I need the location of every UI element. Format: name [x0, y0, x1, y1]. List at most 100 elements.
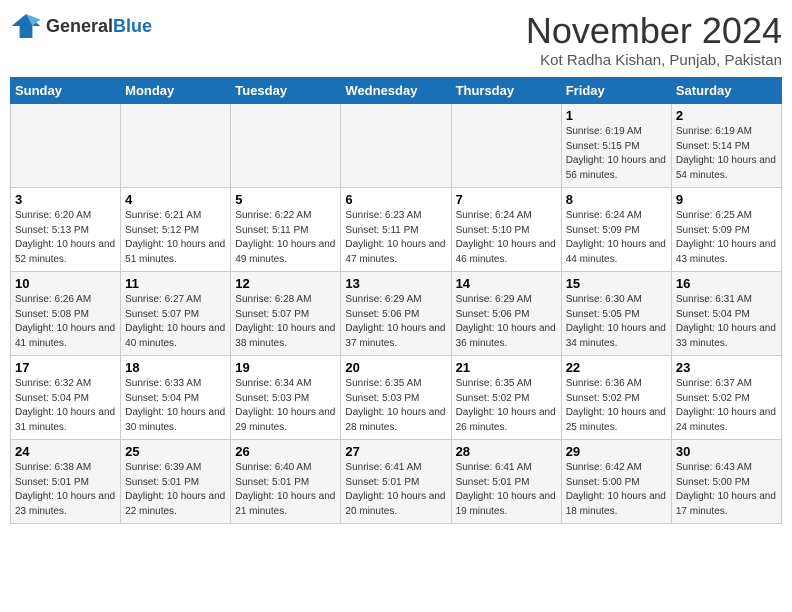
- day-cell: 1 Sunrise: 6:19 AM Sunset: 5:15 PM Daylig…: [561, 104, 671, 188]
- day-cell: 17 Sunrise: 6:32 AM Sunset: 5:04 PM Dayli…: [11, 356, 121, 440]
- day-info: Sunrise: 6:25 AM Sunset: 5:09 PM Dayligh…: [676, 209, 777, 267]
- day-number: 12: [235, 276, 336, 291]
- day-cell: 2 Sunrise: 6:19 AM Sunset: 5:14 PM Daylig…: [671, 104, 781, 188]
- day-cell: 4 Sunrise: 6:21 AM Sunset: 5:12 PM Daylig…: [121, 188, 231, 272]
- day-number: 11: [125, 276, 226, 291]
- logo-text: GeneralBlue: [46, 16, 152, 37]
- day-info: Sunrise: 6:42 AM Sunset: 5:00 PM Dayligh…: [566, 461, 667, 519]
- day-info: Sunrise: 6:28 AM Sunset: 5:07 PM Dayligh…: [235, 293, 336, 351]
- day-number: 30: [676, 444, 777, 459]
- week-row-4: 17 Sunrise: 6:32 AM Sunset: 5:04 PM Dayli…: [11, 356, 782, 440]
- day-cell: 21Sunrise: 6:35 AM Sunset: 5:02 PM Dayli…: [451, 356, 561, 440]
- day-info: Sunrise: 6:41 AM Sunset: 5:01 PM Dayligh…: [345, 461, 446, 519]
- calendar-body: 1 Sunrise: 6:19 AM Sunset: 5:15 PM Daylig…: [11, 104, 782, 524]
- day-cell: 18 Sunrise: 6:33 AM Sunset: 5:04 PM Dayli…: [121, 356, 231, 440]
- day-info: Sunrise: 6:43 AM Sunset: 5:00 PM Dayligh…: [676, 461, 777, 519]
- day-number: 4: [125, 192, 226, 207]
- day-number: 10: [15, 276, 116, 291]
- day-cell: [341, 104, 451, 188]
- day-number: 16: [676, 276, 777, 291]
- day-number: 27: [345, 444, 446, 459]
- day-number: 25: [125, 444, 226, 459]
- day-cell: 29 Sunrise: 6:42 AM Sunset: 5:00 PM Dayli…: [561, 440, 671, 524]
- day-number: 14: [456, 276, 557, 291]
- day-cell: 27 Sunrise: 6:41 AM Sunset: 5:01 PM Dayli…: [341, 440, 451, 524]
- day-info: Sunrise: 6:33 AM Sunset: 5:04 PM Dayligh…: [125, 377, 226, 435]
- day-info: Sunrise: 6:26 AM Sunset: 5:08 PM Dayligh…: [15, 293, 116, 351]
- day-number: 23: [676, 360, 777, 375]
- weekday-row: SundayMondayTuesdayWednesdayThursdayFrid…: [11, 78, 782, 104]
- day-cell: 7 Sunrise: 6:24 AM Sunset: 5:10 PM Daylig…: [451, 188, 561, 272]
- day-number: 9: [676, 192, 777, 207]
- day-number: 19: [235, 360, 336, 375]
- day-cell: 3 Sunrise: 6:20 AM Sunset: 5:13 PM Daylig…: [11, 188, 121, 272]
- day-info: Sunrise: 6:21 AM Sunset: 5:12 PM Dayligh…: [125, 209, 226, 267]
- day-cell: 10 Sunrise: 6:26 AM Sunset: 5:08 PM Dayli…: [11, 272, 121, 356]
- day-info: Sunrise: 6:20 AM Sunset: 5:13 PM Dayligh…: [15, 209, 116, 267]
- calendar-subtitle: Kot Radha Kishan, Punjab, Pakistan: [526, 52, 782, 69]
- day-info: Sunrise: 6:24 AM Sunset: 5:10 PM Dayligh…: [456, 209, 557, 267]
- day-number: 5: [235, 192, 336, 207]
- day-info: Sunrise: 6:37 AM Sunset: 5:02 PM Dayligh…: [676, 377, 777, 435]
- day-info: Sunrise: 6:35 AM Sunset: 5:03 PM Dayligh…: [345, 377, 446, 435]
- weekday-header-saturday: Saturday: [671, 78, 781, 104]
- day-info: Sunrise: 6:29 AM Sunset: 5:06 PM Dayligh…: [345, 293, 446, 351]
- day-number: 7: [456, 192, 557, 207]
- day-number: 1: [566, 108, 667, 123]
- day-info: Sunrise: 6:27 AM Sunset: 5:07 PM Dayligh…: [125, 293, 226, 351]
- calendar-header: SundayMondayTuesdayWednesdayThursdayFrid…: [11, 78, 782, 104]
- day-cell: 22Sunrise: 6:36 AM Sunset: 5:02 PM Dayli…: [561, 356, 671, 440]
- day-number: 17: [15, 360, 116, 375]
- page-header: GeneralBlue November 2024 Kot Radha Kish…: [10, 10, 782, 69]
- day-info: Sunrise: 6:32 AM Sunset: 5:04 PM Dayligh…: [15, 377, 116, 435]
- day-number: 20: [345, 360, 446, 375]
- logo-general: General: [46, 16, 113, 36]
- day-cell: 28 Sunrise: 6:41 AM Sunset: 5:01 PM Dayli…: [451, 440, 561, 524]
- day-cell: 24 Sunrise: 6:38 AM Sunset: 5:01 PM Dayli…: [11, 440, 121, 524]
- day-number: 29: [566, 444, 667, 459]
- day-number: 3: [15, 192, 116, 207]
- day-cell: 19 Sunrise: 6:34 AM Sunset: 5:03 PM Dayli…: [231, 356, 341, 440]
- logo-icon: [10, 10, 42, 42]
- day-number: 28: [456, 444, 557, 459]
- logo-blue: Blue: [113, 16, 152, 36]
- day-cell: [451, 104, 561, 188]
- day-number: 24: [15, 444, 116, 459]
- calendar-table: SundayMondayTuesdayWednesdayThursdayFrid…: [10, 77, 782, 524]
- day-info: Sunrise: 6:22 AM Sunset: 5:11 PM Dayligh…: [235, 209, 336, 267]
- day-info: Sunrise: 6:19 AM Sunset: 5:15 PM Dayligh…: [566, 125, 667, 183]
- day-cell: 16 Sunrise: 6:31 AM Sunset: 5:04 PM Dayli…: [671, 272, 781, 356]
- day-cell: 8Sunrise: 6:24 AM Sunset: 5:09 PM Daylig…: [561, 188, 671, 272]
- day-number: 2: [676, 108, 777, 123]
- calendar-title: November 2024: [526, 10, 782, 52]
- day-info: Sunrise: 6:38 AM Sunset: 5:01 PM Dayligh…: [15, 461, 116, 519]
- day-cell: [231, 104, 341, 188]
- weekday-header-friday: Friday: [561, 78, 671, 104]
- day-cell: 5 Sunrise: 6:22 AM Sunset: 5:11 PM Daylig…: [231, 188, 341, 272]
- weekday-header-sunday: Sunday: [11, 78, 121, 104]
- day-cell: 15Sunrise: 6:30 AM Sunset: 5:05 PM Dayli…: [561, 272, 671, 356]
- day-cell: 13Sunrise: 6:29 AM Sunset: 5:06 PM Dayli…: [341, 272, 451, 356]
- day-cell: 23 Sunrise: 6:37 AM Sunset: 5:02 PM Dayli…: [671, 356, 781, 440]
- calendar-title-area: November 2024 Kot Radha Kishan, Punjab, …: [526, 10, 782, 69]
- day-info: Sunrise: 6:19 AM Sunset: 5:14 PM Dayligh…: [676, 125, 777, 183]
- day-cell: 9 Sunrise: 6:25 AM Sunset: 5:09 PM Daylig…: [671, 188, 781, 272]
- week-row-2: 3 Sunrise: 6:20 AM Sunset: 5:13 PM Daylig…: [11, 188, 782, 272]
- day-cell: [121, 104, 231, 188]
- day-info: Sunrise: 6:23 AM Sunset: 5:11 PM Dayligh…: [345, 209, 446, 267]
- day-cell: 30 Sunrise: 6:43 AM Sunset: 5:00 PM Dayli…: [671, 440, 781, 524]
- day-info: Sunrise: 6:31 AM Sunset: 5:04 PM Dayligh…: [676, 293, 777, 351]
- day-info: Sunrise: 6:29 AM Sunset: 5:06 PM Dayligh…: [456, 293, 557, 351]
- day-info: Sunrise: 6:41 AM Sunset: 5:01 PM Dayligh…: [456, 461, 557, 519]
- day-info: Sunrise: 6:34 AM Sunset: 5:03 PM Dayligh…: [235, 377, 336, 435]
- day-info: Sunrise: 6:39 AM Sunset: 5:01 PM Dayligh…: [125, 461, 226, 519]
- day-number: 18: [125, 360, 226, 375]
- day-number: 26: [235, 444, 336, 459]
- day-info: Sunrise: 6:36 AM Sunset: 5:02 PM Dayligh…: [566, 377, 667, 435]
- day-cell: [11, 104, 121, 188]
- day-number: 8: [566, 192, 667, 207]
- weekday-header-tuesday: Tuesday: [231, 78, 341, 104]
- day-cell: 6Sunrise: 6:23 AM Sunset: 5:11 PM Daylig…: [341, 188, 451, 272]
- day-cell: 11 Sunrise: 6:27 AM Sunset: 5:07 PM Dayli…: [121, 272, 231, 356]
- week-row-3: 10 Sunrise: 6:26 AM Sunset: 5:08 PM Dayli…: [11, 272, 782, 356]
